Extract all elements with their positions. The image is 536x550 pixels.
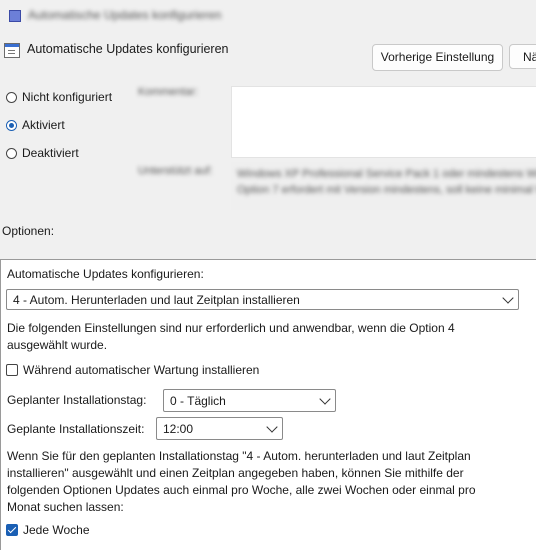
maintenance-checkbox-box[interactable] [6, 364, 18, 376]
policy-icon [4, 43, 20, 58]
options-panel: Automatische Updates konfigurieren: 4 - … [0, 259, 536, 550]
weekly-checkbox-label: Jede Woche [23, 523, 90, 537]
options-label: Optionen: [2, 224, 55, 238]
window-icon [9, 10, 21, 22]
install-time-select-value: 12:00 [163, 422, 194, 436]
chevron-down-icon [319, 393, 331, 405]
au-config-label: Automatische Updates konfigurieren: [7, 267, 204, 281]
radio-not-configured[interactable]: Nicht konfiguriert [6, 90, 112, 104]
policy-title: Automatische Updates konfigurieren [27, 42, 229, 56]
install-day-label: Geplanter Installationstag: [7, 393, 147, 407]
au-config-select-value: 4 - Autom. Herunterladen und laut Zeitpl… [13, 293, 300, 307]
window-title: Automatische Updates konfigurieren [28, 8, 222, 22]
supported-on-text-2: Option 7 erfordert mit Version mindesten… [237, 184, 536, 196]
radio-disabled-dot[interactable] [6, 147, 17, 159]
radio-disabled[interactable]: Deaktiviert [6, 146, 79, 160]
supported-on-label: Unterstützt auf: [138, 165, 213, 177]
install-day-select-value: 0 - Täglich [170, 394, 226, 408]
chevron-down-icon [266, 421, 278, 433]
radio-enabled[interactable]: Aktiviert [6, 118, 65, 132]
supported-on-text-1: Windows XP Professional Service Pack 1 o… [237, 168, 536, 180]
schedule-info-text: Wenn Sie für den geplanten Installations… [7, 449, 476, 514]
radio-not-configured-label: Nicht konfiguriert [22, 90, 113, 104]
maintenance-checkbox[interactable]: Während automatischer Wartung installier… [6, 363, 259, 377]
install-time-label: Geplante Installationszeit: [7, 422, 145, 436]
supported-on-box: Windows XP Professional Service Pack 1 o… [231, 162, 536, 210]
weekly-checkbox-box[interactable] [6, 524, 18, 536]
chevron-down-icon [502, 292, 514, 304]
install-time-select[interactable]: 12:00 [156, 417, 283, 440]
weekly-checkbox[interactable]: Jede Woche [6, 523, 90, 537]
maintenance-checkbox-label: Während automatischer Wartung installier… [23, 363, 260, 377]
radio-disabled-label: Deaktiviert [22, 146, 79, 160]
au-config-select[interactable]: 4 - Autom. Herunterladen und laut Zeitpl… [6, 289, 519, 310]
radio-enabled-dot[interactable] [6, 119, 17, 131]
previous-setting-button[interactable]: Vorherige Einstellung [372, 44, 503, 71]
radio-not-configured-dot[interactable] [6, 91, 17, 103]
option4-note: Die folgenden Einstellungen sind nur erf… [7, 321, 455, 352]
comment-label: Kommentar: [138, 86, 198, 98]
install-day-select[interactable]: 0 - Täglich [163, 389, 336, 412]
next-setting-button[interactable]: Nä [509, 44, 536, 69]
radio-enabled-label: Aktiviert [22, 118, 65, 132]
comment-textarea[interactable] [231, 86, 536, 158]
